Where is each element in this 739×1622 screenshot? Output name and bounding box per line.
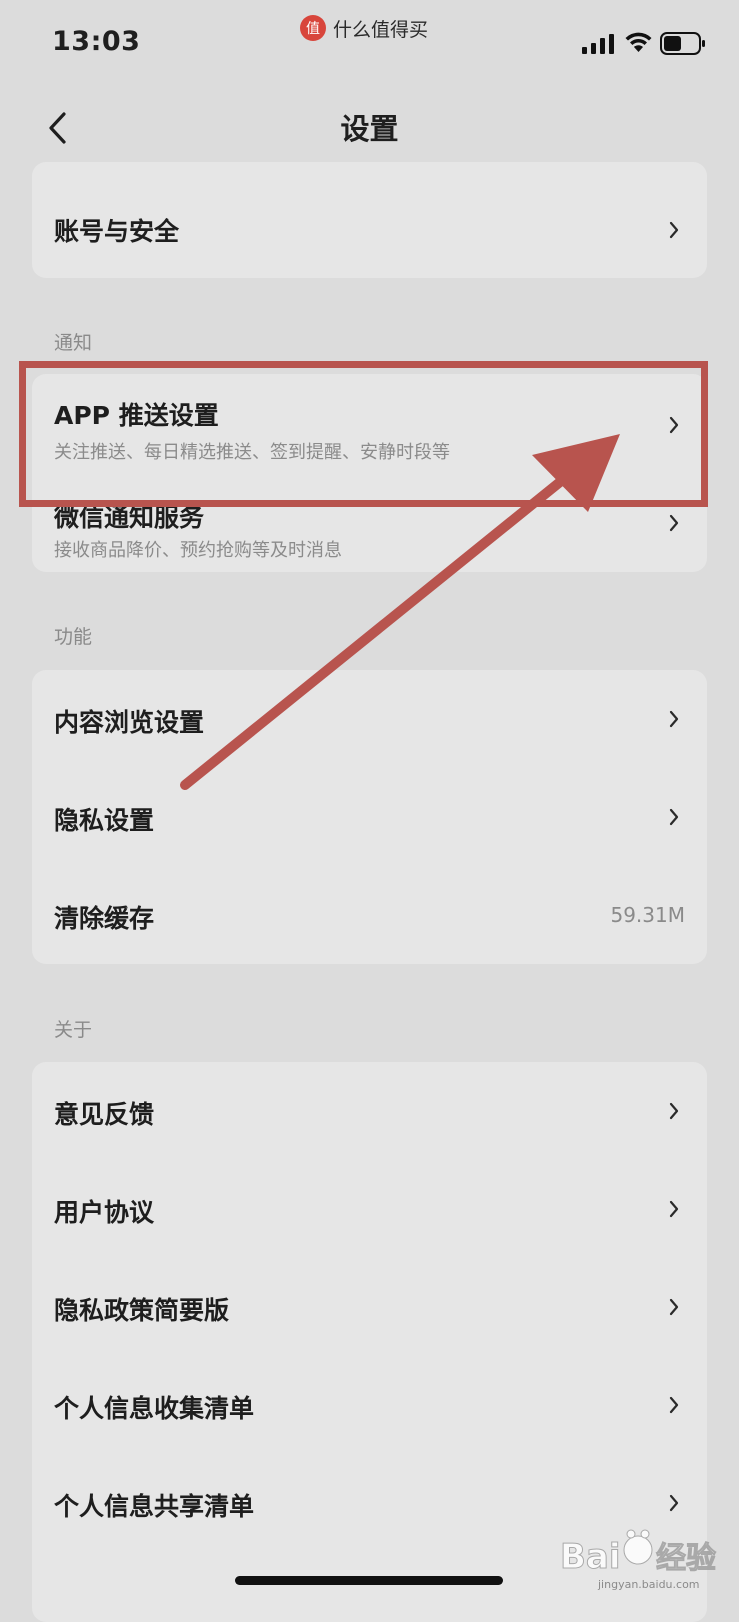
chevron-right-icon <box>669 1298 679 1316</box>
row-title: 微信通知服务 <box>54 503 205 532</box>
chevron-right-icon <box>669 221 679 239</box>
settings-row-personal-info-collection[interactable]: 个人信息收集清单 <box>32 1356 707 1454</box>
signal-icon <box>582 34 614 54</box>
row-title: 内容浏览设置 <box>54 708 205 737</box>
section-label-function: 功能 <box>54 626 93 648</box>
settings-row-privacy[interactable]: 隐私设置 <box>32 768 707 866</box>
cache-size-value: 59.31M <box>610 903 685 927</box>
chevron-right-icon <box>669 1396 679 1414</box>
settings-row-account-security[interactable]: 账号与安全 <box>32 162 707 278</box>
nav-bar: 设置 <box>0 90 739 166</box>
row-title: 个人信息共享清单 <box>54 1492 255 1521</box>
settings-row-clear-cache[interactable]: 清除缓存 59.31M <box>32 866 707 964</box>
home-indicator <box>235 1576 503 1585</box>
svg-text:经验: 经验 <box>656 1541 716 1576</box>
row-title: 账号与安全 <box>54 217 180 246</box>
app-indicator: 值 什么值得买 <box>300 14 428 42</box>
app-logo: 值 <box>300 15 326 41</box>
settings-row-content-browse[interactable]: 内容浏览设置 <box>32 670 707 768</box>
account-card: 账号与安全 <box>32 162 707 278</box>
function-card: 内容浏览设置 隐私设置 清除缓存 59.31M <box>32 670 707 964</box>
section-label-about: 关于 <box>54 1019 93 1041</box>
row-title: 用户协议 <box>54 1198 155 1227</box>
chevron-right-icon <box>669 1494 679 1512</box>
chevron-right-icon <box>669 808 679 826</box>
battery-icon <box>660 32 705 55</box>
row-title: 隐私政策简要版 <box>54 1296 230 1325</box>
section-label-notify: 通知 <box>54 332 93 354</box>
settings-row-wechat-notify[interactable]: 微信通知服务 接收商品降价、预约抢购等及时消息 <box>32 472 707 572</box>
chevron-right-icon <box>669 514 679 532</box>
chevron-right-icon <box>669 1200 679 1218</box>
row-title: 个人信息收集清单 <box>54 1394 255 1423</box>
chevron-right-icon <box>669 416 679 434</box>
chevron-right-icon <box>669 710 679 728</box>
notify-card: APP 推送设置 关注推送、每日精选推送、签到提醒、安静时段等 微信通知服务 接… <box>32 374 707 572</box>
row-title: 意见反馈 <box>54 1100 155 1129</box>
row-subtitle: 接收商品降价、预约抢购等及时消息 <box>54 540 342 561</box>
watermark-url: jingyan.baidu.com <box>598 1578 700 1591</box>
settings-row-app-push[interactable]: APP 推送设置 关注推送、每日精选推送、签到提醒、安静时段等 <box>32 374 707 472</box>
row-title: APP 推送设置 <box>54 401 219 430</box>
settings-row-user-agreement[interactable]: 用户协议 <box>32 1160 707 1258</box>
svg-text:Bai: Bai <box>560 1537 621 1577</box>
page-title: 设置 <box>340 112 399 146</box>
status-time: 13:03 <box>52 26 141 57</box>
row-subtitle: 关注推送、每日精选推送、签到提醒、安静时段等 <box>54 442 450 463</box>
app-name: 什么值得买 <box>333 18 429 41</box>
row-title: 清除缓存 <box>54 904 155 933</box>
wifi-icon <box>625 32 652 52</box>
row-title: 隐私设置 <box>54 806 155 835</box>
settings-row-privacy-policy-brief[interactable]: 隐私政策简要版 <box>32 1258 707 1356</box>
status-bar: 13:03 值 什么值得买 <box>0 0 739 90</box>
chevron-right-icon <box>669 1102 679 1120</box>
settings-row-feedback[interactable]: 意见反馈 <box>32 1062 707 1160</box>
